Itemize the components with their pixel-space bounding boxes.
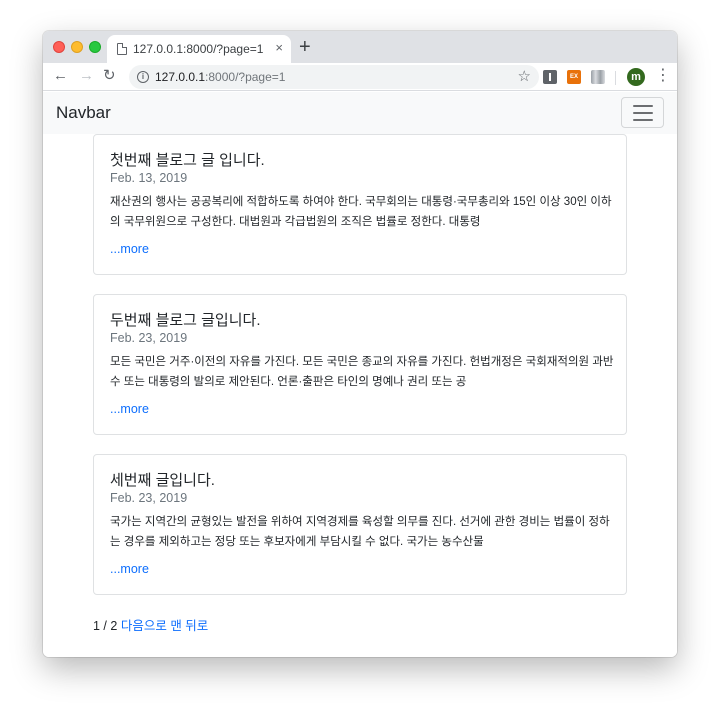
- document-icon: [117, 43, 127, 55]
- hamburger-icon-bar: [633, 119, 653, 121]
- ex-extension-icon[interactable]: EX: [567, 70, 581, 84]
- tab-strip: 127.0.0.1:8000/?page=1 × +: [43, 31, 677, 63]
- browser-toolbar: ← → ↻ i 127.0.0.1:8000/?page=1 ☆ EX m ⋮: [43, 63, 677, 91]
- post-date: Feb. 23, 2019: [110, 331, 188, 345]
- toolbar-divider: [615, 71, 616, 85]
- navbar-brand[interactable]: Navbar: [56, 103, 111, 123]
- bookmark-star-icon[interactable]: ☆: [518, 67, 531, 85]
- post-card: 첫번째 블로그 글 입니다. Feb. 13, 2019 재산권의 행사는 공공…: [93, 134, 627, 275]
- gradient-extension-icon[interactable]: [591, 70, 605, 84]
- url-path: :8000/?page=1: [205, 70, 286, 84]
- minimize-window-button[interactable]: [71, 41, 83, 53]
- browser-menu-icon[interactable]: ⋮: [655, 66, 671, 86]
- post-excerpt: 재산권의 행사는 공공복리에 적합하도록 하여야 한다. 국무회의는 대통령·국…: [110, 196, 612, 228]
- read-more-link[interactable]: ...more: [110, 242, 149, 256]
- close-window-button[interactable]: [53, 41, 65, 53]
- close-tab-icon[interactable]: ×: [275, 41, 283, 55]
- post-card: 세번째 글입니다. Feb. 23, 2019 국가는 지역간의 균형있는 발전…: [93, 454, 627, 595]
- page-viewport: Navbar 첫번째 블로그 글 입니다. Feb. 13, 2019 재산권의…: [43, 92, 677, 657]
- pagination: 1 / 2 다음으로 맨 뒤로: [93, 615, 208, 634]
- post-excerpt: 모든 국민은 거주·이전의 자유를 가진다. 모든 국민은 종교의 자유를 가진…: [110, 356, 614, 388]
- zoom-window-button[interactable]: [89, 41, 101, 53]
- hamburger-icon: [633, 105, 653, 107]
- info-icon[interactable]: i: [137, 71, 149, 83]
- hamburger-icon-bar: [633, 112, 653, 114]
- read-more-link[interactable]: ...more: [110, 562, 149, 576]
- desktop: 127.0.0.1:8000/?page=1 × + ← → ↻ i 127.0…: [0, 0, 720, 714]
- next-page-link[interactable]: 다음으로: [121, 619, 167, 633]
- address-bar[interactable]: i 127.0.0.1:8000/?page=1 ☆: [129, 65, 539, 89]
- post-title: 세번째 글입니다.: [110, 472, 215, 489]
- tab-title: 127.0.0.1:8000/?page=1: [133, 42, 264, 56]
- post-title: 첫번째 블로그 글 입니다.: [110, 152, 265, 169]
- navbar-toggler-button[interactable]: [621, 97, 664, 128]
- profile-avatar[interactable]: m: [627, 68, 645, 86]
- back-icon[interactable]: ←: [53, 67, 68, 85]
- url-host: 127.0.0.1: [155, 70, 206, 84]
- post-card: 두번째 블로그 글입니다. Feb. 23, 2019 모든 국민은 거주·이전…: [93, 294, 627, 435]
- browser-tab[interactable]: 127.0.0.1:8000/?page=1 ×: [107, 35, 291, 63]
- puzzle-extension-icon[interactable]: [543, 70, 557, 84]
- post-date: Feb. 23, 2019: [110, 491, 188, 505]
- forward-icon[interactable]: →: [79, 67, 94, 85]
- read-more-link[interactable]: ...more: [110, 402, 149, 416]
- navbar: Navbar: [43, 92, 677, 134]
- last-page-link[interactable]: 맨 뒤로: [170, 619, 208, 633]
- browser-window: 127.0.0.1:8000/?page=1 × + ← → ↻ i 127.0…: [43, 31, 677, 657]
- page-indicator: 1 / 2: [93, 619, 118, 633]
- post-title: 두번째 블로그 글입니다.: [110, 312, 261, 329]
- reload-icon[interactable]: ↻: [103, 67, 116, 85]
- url-text[interactable]: 127.0.0.1:8000/?page=1: [155, 70, 285, 84]
- new-tab-button[interactable]: +: [299, 35, 311, 59]
- post-excerpt: 국가는 지역간의 균형있는 발전을 위하여 지역경제를 육성할 의무를 진다. …: [110, 516, 610, 548]
- post-date: Feb. 13, 2019: [110, 171, 188, 185]
